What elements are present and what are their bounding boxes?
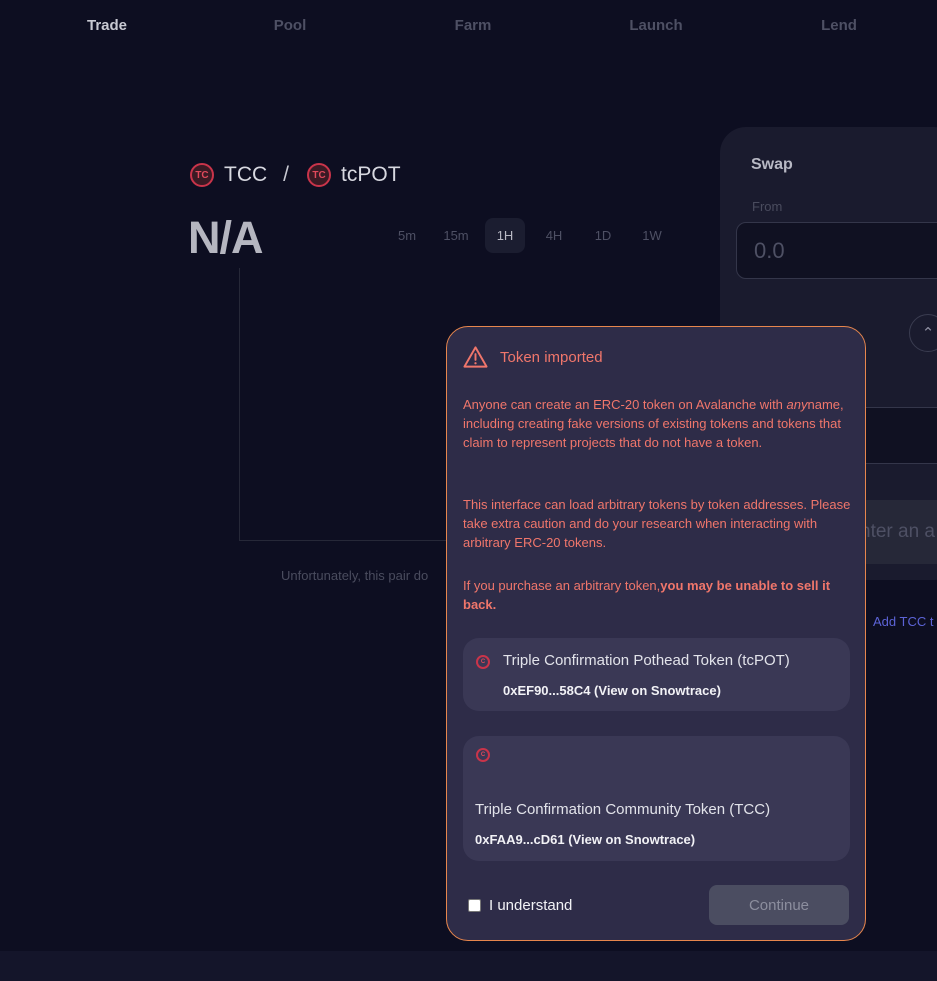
footer-bar <box>0 951 937 981</box>
nav-lend[interactable]: Lend <box>779 17 899 34</box>
token-name: Triple Confirmation Community Token (TCC… <box>475 801 771 818</box>
price-chart <box>239 268 459 541</box>
token-card-tcpot: C Triple Confirmation Pothead Token (tcP… <box>463 638 850 711</box>
tcpot-token-logo-icon: TC <box>307 163 332 187</box>
nav-farm[interactable]: Farm <box>413 17 533 34</box>
token-address-link[interactable]: 0xEF90...58C4 (View on Snowtrace) <box>503 683 721 698</box>
warning-paragraph-1: Anyone can create an ERC-20 token on Ava… <box>463 397 844 450</box>
chart-unavailable-note: Unfortunately, this pair do <box>281 568 429 583</box>
token-imported-modal: Token imported Anyone can create an ERC-… <box>446 326 866 941</box>
warning-triangle-icon <box>463 346 488 368</box>
interval-1d[interactable]: 1D <box>583 218 623 253</box>
top-nav: Trade Pool Farm Launch Lend <box>0 0 937 54</box>
continue-button[interactable]: Continue <box>709 885 849 925</box>
tcc-token-logo-icon: TC <box>190 163 214 187</box>
understand-label[interactable]: I understand <box>489 897 572 914</box>
modal-title: Token imported <box>500 348 603 366</box>
interval-4h[interactable]: 4H <box>534 218 574 253</box>
trading-pair: TC TCC / TC tcPOT <box>190 160 401 190</box>
base-token-symbol: TCC <box>224 163 268 186</box>
interval-5m[interactable]: 5m <box>387 218 427 253</box>
add-token-link[interactable]: Add TCC t <box>873 614 933 629</box>
quote-token-symbol: tcPOT <box>341 163 401 186</box>
pair-separator: / <box>283 163 290 186</box>
tcc-token-logo-icon: C <box>476 748 490 762</box>
nav-trade[interactable]: Trade <box>47 17 167 34</box>
understand-checkbox-row[interactable]: I understand <box>468 897 572 914</box>
interval-15m[interactable]: 15m <box>436 218 476 253</box>
pair-price: N/A <box>188 212 263 263</box>
warning-paragraph-2: This interface can load arbitrary tokens… <box>463 497 851 550</box>
understand-checkbox[interactable] <box>468 899 481 912</box>
interval-1w[interactable]: 1W <box>632 218 672 253</box>
token-card-tcc: C Triple Confirmation Community Token (T… <box>463 736 850 861</box>
swap-from-input[interactable]: 0.0 <box>736 222 937 279</box>
tcpot-token-logo-icon: C <box>476 655 490 669</box>
interval-selector: 5m 15m 1H 4H 1D 1W <box>387 218 681 253</box>
interval-1h[interactable]: 1H <box>485 218 525 253</box>
modal-header: Token imported <box>463 345 603 369</box>
token-address-link[interactable]: 0xFAA9...cD61 (View on Snowtrace) <box>475 832 695 847</box>
token-name: Triple Confirmation Pothead Token (tcPOT… <box>503 652 790 669</box>
nav-launch[interactable]: Launch <box>596 17 716 34</box>
warning-paragraph-3: If you purchase an arbitrary token,you m… <box>463 578 831 612</box>
swap-title: Swap <box>751 156 793 173</box>
nav-pool[interactable]: Pool <box>230 17 350 34</box>
swap-from-label: From <box>752 199 783 214</box>
